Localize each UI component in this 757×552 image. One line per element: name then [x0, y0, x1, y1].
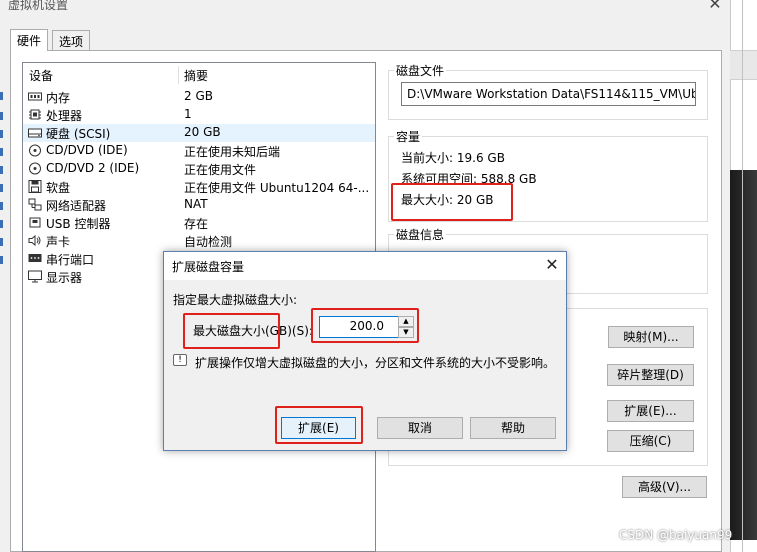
- annotation-box-expand-button: [275, 406, 363, 444]
- disk-file-path-field[interactable]: D:\VMware Workstation Data\FS114&115_VM\…: [401, 82, 696, 106]
- device-summary: 正在使用未知后端: [184, 145, 281, 159]
- cd-icon: [29, 144, 41, 157]
- device-summary: 1: [184, 107, 192, 121]
- device-summary: 2 GB: [184, 89, 213, 103]
- device-summary: 20 GB: [184, 125, 221, 139]
- annotation-box-size-input: [311, 308, 419, 343]
- background-toolbar: [730, 50, 757, 80]
- usb-icon: [29, 217, 41, 228]
- dialog-prompt: 指定最大虚拟磁盘大小:: [173, 293, 298, 307]
- window-title: 虚拟机设置: [8, 0, 69, 12]
- device-summary: 存在: [184, 217, 209, 231]
- defragment-button[interactable]: 碎片整理(D): [607, 364, 694, 386]
- network-icon: [28, 198, 42, 211]
- left-edge-marks: [0, 92, 3, 264]
- device-name: 显示器: [46, 271, 83, 285]
- device-name: 内存: [46, 91, 71, 105]
- device-name: 硬盘 (SCSI): [46, 127, 111, 141]
- device-name: 串行端口: [46, 253, 95, 267]
- dialog-cancel-button[interactable]: 取消: [377, 417, 463, 439]
- device-name: CD/DVD 2 (IDE): [46, 161, 140, 175]
- device-summary: NAT: [184, 197, 208, 211]
- device-row-usb[interactable]: USB 控制器 存在: [23, 214, 375, 232]
- advanced-button[interactable]: 高级(V)...: [622, 476, 707, 498]
- floppy-icon: [28, 180, 42, 193]
- device-name: CD/DVD (IDE): [46, 143, 128, 157]
- device-row-cd-dvd[interactable]: CD/DVD (IDE) 正在使用未知后端: [23, 142, 375, 160]
- window-close-button[interactable]: ✕: [700, 0, 730, 14]
- map-button[interactable]: 映射(M)...: [608, 326, 694, 348]
- cpu-icon: [29, 109, 41, 120]
- watermark: CSDN @baiyuan99: [619, 528, 733, 542]
- device-row-harddisk[interactable]: 硬盘 (SCSI) 20 GB: [23, 124, 375, 142]
- device-name: 声卡: [46, 235, 71, 249]
- speaker-icon: [28, 234, 41, 247]
- dialog-close-button[interactable]: ✕: [540, 253, 564, 277]
- annotation-box-max-size: [391, 183, 513, 221]
- device-row-floppy[interactable]: 软盘 正在使用文件 Ubuntu1204 64-...: [23, 178, 375, 196]
- tab-options[interactable]: 选项: [52, 30, 91, 51]
- background-divider: [742, 0, 743, 552]
- device-summary: 自动检测: [184, 235, 233, 249]
- cd-icon: [29, 162, 41, 175]
- info-icon: !: [173, 354, 187, 366]
- device-name: USB 控制器: [46, 217, 111, 231]
- device-row-memory[interactable]: 内存 2 GB: [23, 88, 375, 106]
- dialog-note: 扩展操作仅增大虚拟磁盘的大小，分区和文件系统的大小不受影响。: [195, 356, 556, 370]
- device-row-network[interactable]: 网络适配器 NAT: [23, 196, 375, 214]
- column-divider[interactable]: [178, 66, 179, 84]
- device-summary: 正在使用文件: [184, 163, 257, 177]
- compact-button[interactable]: 压缩(C): [607, 430, 694, 452]
- background-console: [730, 170, 757, 540]
- serial-port-icon: [28, 254, 42, 262]
- dialog-help-button[interactable]: 帮助: [470, 417, 556, 439]
- expand-button[interactable]: 扩展(E)...: [607, 400, 694, 422]
- column-header-summary[interactable]: 摘要: [184, 67, 208, 84]
- device-summary: 正在使用文件 Ubuntu1204 64-...: [184, 181, 370, 195]
- monitor-icon: [28, 270, 42, 283]
- capacity-title: 容量: [394, 128, 423, 145]
- annotation-box-size-label: [183, 313, 280, 349]
- disk-info-title: 磁盘信息: [394, 226, 447, 243]
- device-row-sound[interactable]: 声卡 自动检测: [23, 232, 375, 250]
- memory-icon: [28, 92, 42, 101]
- device-row-processor[interactable]: 处理器 1: [23, 106, 375, 124]
- current-size-text: 当前大小: 19.6 GB: [401, 151, 505, 165]
- column-header-device[interactable]: 设备: [29, 67, 53, 84]
- disk-file-title: 磁盘文件: [394, 62, 447, 79]
- device-name: 处理器: [46, 109, 83, 123]
- device-name: 软盘: [46, 181, 71, 195]
- device-name: 网络适配器: [46, 199, 107, 213]
- tab-hardware[interactable]: 硬件: [10, 29, 49, 51]
- dialog-title: 扩展磁盘容量: [172, 260, 245, 274]
- device-row-cd-dvd-2[interactable]: CD/DVD 2 (IDE) 正在使用文件: [23, 160, 375, 178]
- harddisk-icon: [28, 128, 42, 138]
